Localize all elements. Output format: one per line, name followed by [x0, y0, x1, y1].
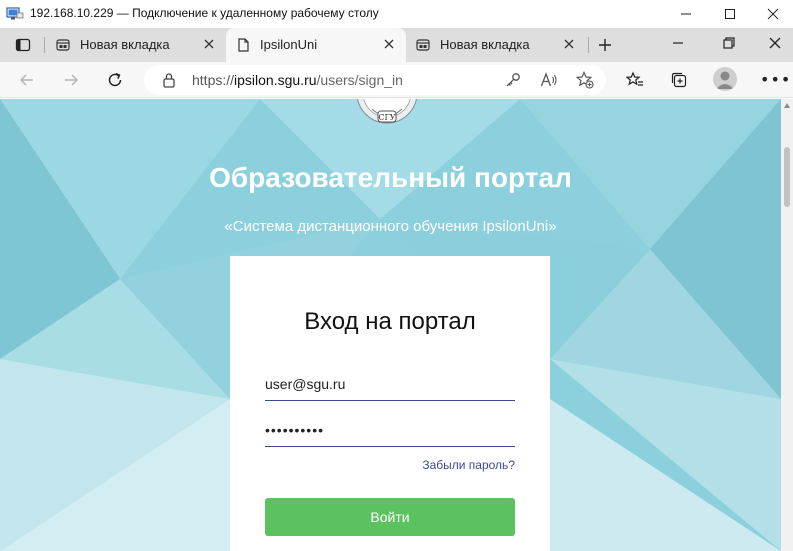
address-bar[interactable]: https://ipsilon.sgu.ru/users/sign_in — [144, 65, 606, 95]
email-field[interactable] — [265, 367, 515, 401]
forward-button[interactable] — [60, 69, 82, 91]
scroll-thumb[interactable] — [784, 147, 790, 207]
new-tab-page-icon — [56, 39, 70, 51]
window-close-button[interactable] — [750, 0, 793, 28]
read-aloud-icon — [540, 72, 557, 87]
refresh-icon — [108, 72, 122, 87]
lock-icon[interactable] — [162, 72, 176, 88]
tab-separator — [44, 37, 45, 53]
logo-text: СГУ — [378, 113, 395, 122]
collections-icon — [671, 72, 687, 88]
sgu-logo: СГУ — [357, 99, 417, 124]
forward-arrow-icon — [65, 74, 79, 86]
tab-new-tab-2[interactable]: Новая вкладка — [406, 28, 586, 62]
login-card: Вход на портал Забыли пароль? Войти — [230, 256, 550, 551]
tab-actions-icon — [15, 38, 31, 52]
login-button[interactable]: Войти — [265, 498, 515, 536]
back-button[interactable] — [16, 69, 38, 91]
window-title-bar: 192.168.10.229 — Подключение к удаленном… — [0, 0, 793, 28]
url-scheme: https:// — [192, 72, 235, 88]
password-field[interactable] — [265, 413, 515, 447]
scroll-up-arrow-icon[interactable] — [784, 103, 790, 108]
close-icon — [767, 8, 779, 20]
page-subtitle: «Система дистанционного обучения Ipsilon… — [224, 218, 557, 235]
page-scrollbar[interactable] — [781, 99, 793, 551]
tab-label: Новая вкладка — [80, 37, 170, 52]
maximize-icon — [725, 9, 735, 19]
tab-ipsilonuni[interactable]: IpsilonUni — [226, 28, 406, 62]
favorites-icon — [626, 71, 643, 86]
window-maximize-button[interactable] — [707, 0, 753, 28]
star-add-icon — [576, 71, 594, 89]
url-text[interactable]: https://ipsilon.sgu.ru/users/sign_in — [192, 72, 403, 88]
more-menu-button[interactable]: ••• — [760, 70, 791, 89]
password-key-button[interactable] — [504, 71, 522, 89]
favorites-button[interactable] — [624, 69, 646, 91]
plus-icon — [599, 39, 611, 51]
add-favorite-button[interactable] — [576, 71, 594, 89]
browser-minimize-icon[interactable] — [671, 36, 685, 50]
key-icon — [506, 73, 520, 87]
tab-label: Новая вкладка — [440, 37, 530, 52]
rdp-window: 192.168.10.229 — Подключение к удаленном… — [0, 0, 793, 551]
close-tab-icon[interactable] — [562, 37, 576, 51]
profile-avatar[interactable] — [713, 67, 737, 91]
tab-separator — [588, 37, 589, 53]
rdp-icon — [6, 7, 24, 20]
window-title: 192.168.10.229 — Подключение к удаленном… — [30, 6, 379, 20]
forgot-password-link[interactable]: Забыли пароль? — [415, 458, 515, 472]
browser-toolbar: https://ipsilon.sgu.ru/users/sign_in ••• — [0, 62, 793, 98]
browser-close-icon[interactable] — [768, 36, 782, 50]
read-aloud-button[interactable] — [540, 71, 558, 89]
page-title: Образовательный портал — [209, 162, 572, 193]
url-path: /users/sign_in — [316, 72, 403, 88]
tab-strip: Новая вкладка IpsilonUni Новая вкладка — [0, 28, 793, 62]
url-host: ipsilon.sgu.ru — [234, 72, 317, 88]
back-arrow-icon — [19, 74, 33, 86]
login-heading: Вход на портал — [304, 308, 476, 335]
window-minimize-button[interactable] — [663, 0, 709, 28]
close-tab-icon[interactable] — [382, 37, 396, 51]
refresh-button[interactable] — [104, 69, 126, 91]
user-icon — [716, 71, 734, 89]
browser-restore-icon[interactable] — [722, 36, 736, 50]
collections-button[interactable] — [668, 69, 690, 91]
page-content: СГУ Образовательный портал «Система дист… — [0, 99, 781, 551]
new-tab-page-icon — [416, 39, 430, 51]
new-tab-button[interactable] — [592, 34, 618, 56]
minimize-icon — [681, 13, 691, 15]
tab-label: IpsilonUni — [260, 37, 318, 52]
close-tab-icon[interactable] — [202, 37, 216, 51]
tab-actions-button[interactable] — [8, 34, 38, 56]
page-icon — [238, 38, 249, 52]
tab-new-tab-1[interactable]: Новая вкладка — [46, 28, 226, 62]
